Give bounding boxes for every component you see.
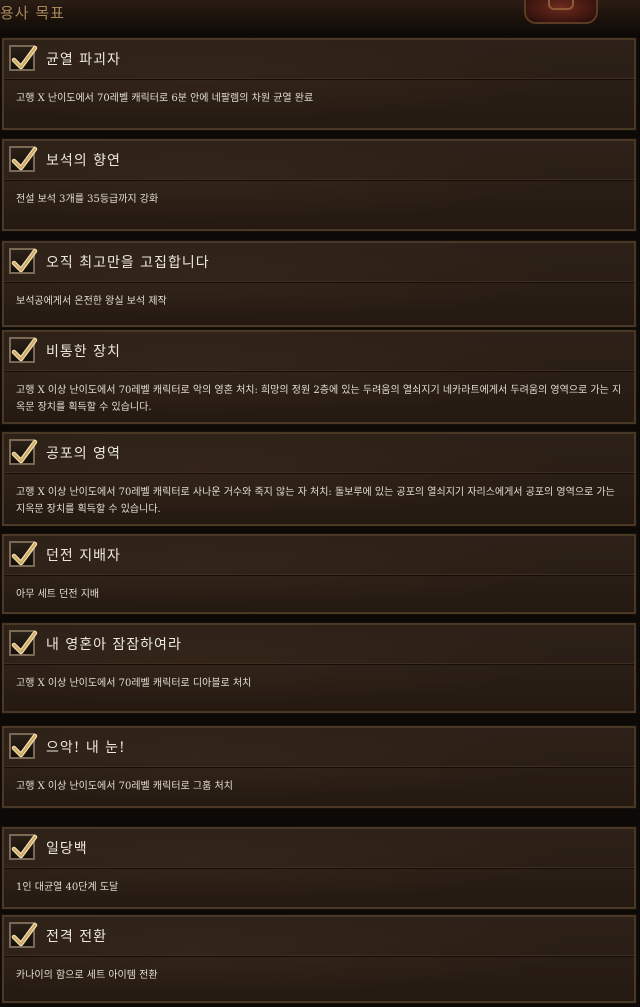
achievement-card[interactable]: 전격 전환 카나이의 함으로 세트 아이템 전환 — [1, 914, 637, 1004]
achievement-header: 전격 전환 — [4, 917, 634, 956]
checkmark-icon — [9, 541, 38, 567]
achievement-title: 보석의 향연 — [46, 153, 121, 169]
checkmark-icon — [9, 834, 38, 860]
achievement-description: 전설 보석 3개를 35등급까지 강화 — [16, 194, 159, 205]
achievement-card[interactable]: 던전 지배자 아무 세트 던전 지배 — [1, 533, 637, 615]
achievement-description: 1인 대균열 40단계 도달 — [16, 882, 119, 893]
header-bar: 용사 목표 — [0, 0, 640, 34]
achievement-title: 비통한 장치 — [46, 344, 121, 360]
achievement-description: 아무 세트 던전 지배 — [16, 589, 100, 600]
checkmark-icon — [9, 337, 38, 363]
emblem-icon — [524, 0, 598, 24]
achievement-header: 비통한 장치 — [4, 332, 634, 371]
achievement-card[interactable]: 균열 파괴자 고행 X 난이도에서 70레벨 캐릭터로 6분 안에 네팔렘의 차… — [1, 37, 637, 131]
achievement-description: 고행 X 이상 난이도에서 70레벨 캐릭터로 그훔 처치 — [16, 781, 233, 792]
achievement-card[interactable]: 공포의 영역 고행 X 이상 난이도에서 70레벨 캐릭터로 사나운 거수와 죽… — [1, 431, 637, 527]
achievement-title: 공포의 영역 — [46, 446, 121, 462]
achievement-title: 던전 지배자 — [46, 548, 121, 564]
achievement-title: 내 영혼아 잠잠하여라 — [46, 637, 182, 653]
achievement-card[interactable]: 보석의 향연 전설 보석 3개를 35등급까지 강화 — [1, 138, 637, 232]
achievement-description: 카나이의 함으로 세트 아이템 전환 — [16, 970, 158, 981]
achievement-card[interactable]: 비통한 장치 고행 X 이상 난이도에서 70레벨 캐릭터로 악의 영혼 처치:… — [1, 329, 637, 425]
achievement-description: 고행 X 이상 난이도에서 70레벨 캐릭터로 사나운 거수와 죽지 않는 자 … — [16, 487, 615, 515]
achievement-description: 보석공에게서 온전한 왕실 보석 제작 — [16, 296, 167, 307]
checkmark-icon — [9, 733, 38, 759]
checkmark-icon — [9, 45, 38, 71]
checkmark-icon — [9, 630, 38, 656]
checkmark-icon — [9, 439, 38, 465]
achievement-description: 고행 X 이상 난이도에서 70레벨 캐릭터로 악의 영혼 처치: 희망의 정원… — [16, 385, 622, 413]
achievement-card[interactable]: 으악! 내 눈! 고행 X 이상 난이도에서 70레벨 캐릭터로 그훔 처치 — [1, 725, 637, 809]
achievement-header: 으악! 내 눈! — [4, 728, 634, 767]
achievement-title: 오직 최고만을 고집합니다 — [46, 255, 210, 271]
page-title: 용사 목표 — [0, 4, 65, 22]
achievement-title: 전격 전환 — [46, 929, 107, 945]
achievement-header: 오직 최고만을 고집합니다 — [4, 243, 634, 282]
achievement-card[interactable]: 내 영혼아 잠잠하여라 고행 X 이상 난이도에서 70레벨 캐릭터로 디아블로… — [1, 622, 637, 714]
achievement-header: 던전 지배자 — [4, 536, 634, 575]
achievement-card[interactable]: 오직 최고만을 고집합니다 보석공에게서 온전한 왕실 보석 제작 — [1, 240, 637, 328]
achievement-header: 보석의 향연 — [4, 141, 634, 180]
achievement-title: 일당백 — [46, 841, 88, 857]
achievement-header: 일당백 — [4, 829, 634, 868]
achievement-title: 균열 파괴자 — [46, 52, 121, 68]
achievement-card[interactable]: 일당백 1인 대균열 40단계 도달 — [1, 826, 637, 910]
achievement-description: 고행 X 난이도에서 70레벨 캐릭터로 6분 안에 네팔렘의 차원 균열 완료 — [16, 93, 314, 104]
achievement-header: 내 영혼아 잠잠하여라 — [4, 625, 634, 664]
achievement-description: 고행 X 이상 난이도에서 70레벨 캐릭터로 디아블로 처치 — [16, 678, 252, 689]
achievement-title: 으악! 내 눈! — [46, 740, 126, 756]
achievement-header: 균열 파괴자 — [4, 40, 634, 79]
checkmark-icon — [9, 922, 38, 948]
achievement-header: 공포의 영역 — [4, 434, 634, 473]
checkmark-icon — [9, 146, 38, 172]
checkmark-icon — [9, 248, 38, 274]
